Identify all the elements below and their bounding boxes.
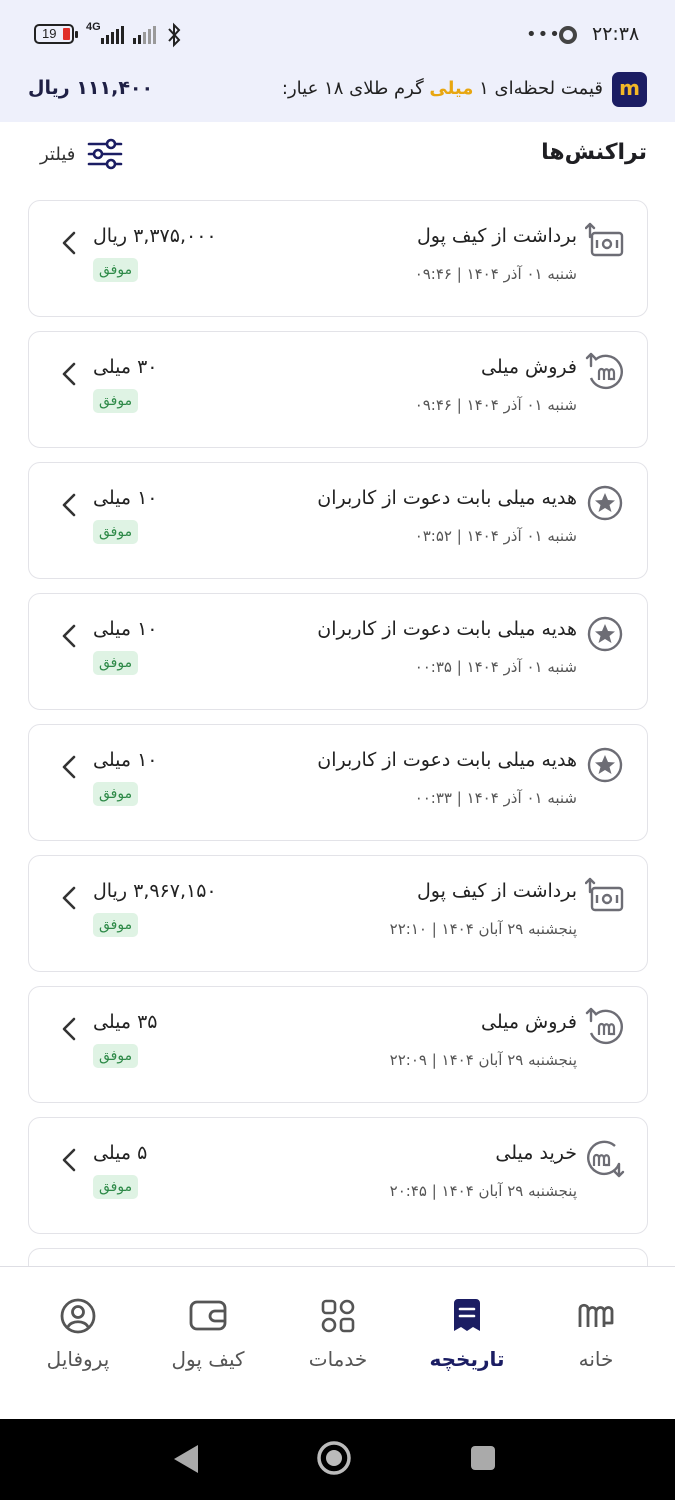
status-badge: موفق <box>93 389 139 413</box>
transaction-list: برداشت از کیف پول شنبه ۰۱ آذر ۱۴۰۴ | ۰۹:۴… <box>28 200 648 1302</box>
transaction-title: هدیه میلی بابت دعوت از کاربران <box>317 487 577 509</box>
status-badge: موفق <box>93 913 139 937</box>
chevron-left-icon <box>62 1017 76 1041</box>
transaction-card[interactable]: هدیه میلی بابت دعوت از کاربران شنبه ۰۱ آذ… <box>28 593 648 710</box>
wallet-icon <box>189 1300 227 1331</box>
profile-icon <box>60 1298 96 1334</box>
status-time: ۲۲:۳۸ <box>592 23 640 45</box>
chevron-left-icon <box>62 886 76 910</box>
transaction-date: پنجشنبه ۲۹ آبان ۱۴۰۴ | ۲۰:۴۵ <box>389 1182 577 1200</box>
transaction-card[interactable]: فروش میلی شنبه ۰۱ آذر ۱۴۰۴ | ۰۹:۴۶ ۳۰ میلی… <box>28 331 648 448</box>
transaction-title: هدیه میلی بابت دعوت از کاربران <box>317 618 577 640</box>
bottom-nav: پروفایل کیف پول خدمات تاریخچه خانه <box>0 1266 675 1419</box>
nav-profile[interactable]: پروفایل <box>18 1289 138 1371</box>
transaction-date: شنبه ۰۱ آذر ۱۴۰۴ | ۰۹:۴۶ <box>414 265 577 283</box>
transaction-card[interactable]: خرید میلی پنجشنبه ۲۹ آبان ۱۴۰۴ | ۲۰:۴۵ ۵ م… <box>28 1117 648 1234</box>
battery-level: 19 <box>42 26 57 41</box>
nav-profile-label: پروفایل <box>46 1347 110 1371</box>
status-badge: موفق <box>93 782 139 806</box>
transaction-amount: ۳۵ میلی <box>93 1011 158 1033</box>
signal-icon-secondary <box>133 24 156 44</box>
status-badge: موفق <box>93 1044 139 1068</box>
transaction-date: شنبه ۰۱ آذر ۱۴۰۴ | ۰۰:۳۳ <box>414 789 577 807</box>
back-icon[interactable] <box>172 1443 200 1475</box>
transaction-amount: ۵ میلی <box>93 1142 148 1164</box>
transaction-title: فروش میلی <box>480 1011 577 1033</box>
chevron-left-icon <box>62 493 76 517</box>
transaction-title: هدیه میلی بابت دعوت از کاربران <box>317 749 577 771</box>
home-milli-icon <box>578 1303 614 1327</box>
transaction-date: شنبه ۰۱ آذر ۱۴۰۴ | ۰۹:۴۶ <box>414 396 577 414</box>
signal-icon <box>101 24 124 44</box>
recents-icon[interactable] <box>470 1445 496 1471</box>
chevron-left-icon <box>62 231 76 255</box>
chevron-left-icon <box>62 362 76 386</box>
nav-wallet-label: کیف پول <box>171 1347 245 1371</box>
chevron-left-icon <box>62 624 76 648</box>
system-navigation-bar <box>0 1419 675 1500</box>
transaction-date: پنجشنبه ۲۹ آبان ۱۴۰۴ | ۲۲:۱۰ <box>389 920 577 938</box>
transaction-amount: ۳,۳۷۵,۰۰۰ ریال <box>93 225 217 247</box>
nav-services-label: خدمات <box>308 1347 368 1371</box>
nav-wallet[interactable]: کیف پول <box>148 1289 268 1371</box>
status-badge: موفق <box>93 651 139 675</box>
transaction-title: فروش میلی <box>480 356 577 378</box>
vpn-ring-icon <box>559 26 577 44</box>
services-grid-icon <box>321 1299 355 1333</box>
status-badge: موفق <box>93 258 139 282</box>
nav-history-label: تاریخچه <box>429 1347 505 1371</box>
gold-price-banner: m قیمت لحظه‌ای ۱ میلی گرم طلای ۱۸ عیار: … <box>0 70 675 122</box>
transaction-title: برداشت از کیف پول <box>416 880 577 902</box>
filter-button[interactable]: فیلتر <box>40 138 123 170</box>
transaction-date: شنبه ۰۱ آذر ۱۴۰۴ | ۰۳:۵۲ <box>414 527 577 545</box>
page-title: تراکنش‌ها <box>541 140 647 165</box>
price-label: قیمت لحظه‌ای ۱ میلی گرم طلای ۱۸ عیار: <box>281 78 603 99</box>
chevron-left-icon <box>62 1148 76 1172</box>
transaction-card[interactable]: برداشت از کیف پول شنبه ۰۱ آذر ۱۴۰۴ | ۰۹:۴… <box>28 200 648 317</box>
price-value: ۱۱۱,۴۰۰ ریال <box>28 77 154 99</box>
nav-services[interactable]: خدمات <box>278 1289 398 1371</box>
status-badge: موفق <box>93 1175 139 1199</box>
transaction-card[interactable]: هدیه میلی بابت دعوت از کاربران شنبه ۰۱ آذ… <box>28 724 648 841</box>
battery-icon: 19 <box>34 24 78 44</box>
home-circle-icon[interactable] <box>316 1440 352 1476</box>
network-type: 4G <box>86 21 101 33</box>
nav-home-label: خانه <box>578 1347 614 1371</box>
transaction-amount: ۱۰ میلی <box>93 487 158 509</box>
transaction-card[interactable]: هدیه میلی بابت دعوت از کاربران شنبه ۰۱ آذ… <box>28 462 648 579</box>
transaction-amount: ۳۰ میلی <box>93 356 158 378</box>
transaction-date: شنبه ۰۱ آذر ۱۴۰۴ | ۰۰:۳۵ <box>414 658 577 676</box>
transaction-title: برداشت از کیف پول <box>416 225 577 247</box>
transaction-card[interactable]: برداشت از کیف پول پنجشنبه ۲۹ آبان ۱۴۰۴ | … <box>28 855 648 972</box>
nav-history[interactable]: تاریخچه <box>407 1289 527 1371</box>
transaction-card[interactable]: فروش میلی پنجشنبه ۲۹ آبان ۱۴۰۴ | ۲۲:۰۹ ۳۵ … <box>28 986 648 1103</box>
chevron-left-icon <box>62 755 76 779</box>
filter-label: فیلتر <box>40 143 76 165</box>
transaction-title: خرید میلی <box>495 1142 577 1164</box>
transaction-amount: ۱۰ میلی <box>93 749 158 771</box>
nav-home[interactable]: خانه <box>536 1289 656 1371</box>
status-bar: 19 4G ••• ۲۲:۳۸ <box>0 0 675 70</box>
transaction-date: پنجشنبه ۲۹ آبان ۱۴۰۴ | ۲۲:۰۹ <box>389 1051 577 1069</box>
transaction-amount: ۱۰ میلی <box>93 618 158 640</box>
more-dots-icon: ••• <box>526 24 561 45</box>
history-receipt-icon <box>454 1299 480 1331</box>
milli-logo-icon: m <box>612 72 647 107</box>
status-badge: موفق <box>93 520 139 544</box>
bluetooth-icon <box>168 22 181 48</box>
filter-icon <box>88 138 123 170</box>
transaction-amount: ۳,۹۶۷,۱۵۰ ریال <box>93 880 217 902</box>
